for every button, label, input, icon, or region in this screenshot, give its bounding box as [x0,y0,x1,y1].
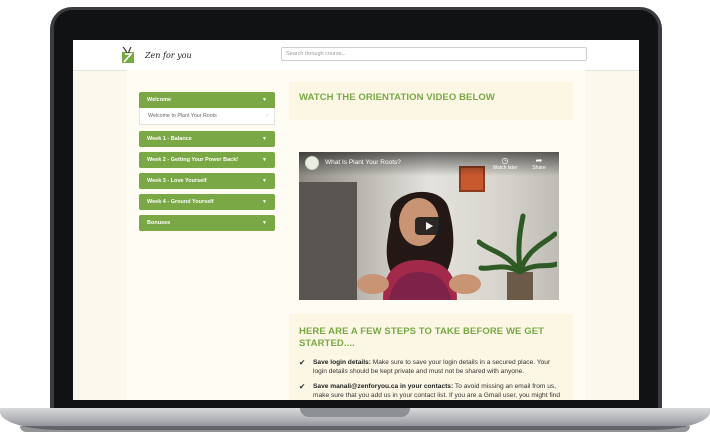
video-plant [477,213,557,300]
module-label: Bonuses [147,220,171,226]
module-welcome[interactable]: Welcome ▼ [139,92,275,108]
caret-down-icon: ▼ [262,157,267,163]
step-title: Save login details: [313,359,371,366]
orientation-video-player[interactable]: What Is Plant Your Roots? ◷ Watch later … [299,152,559,300]
video-heading: WATCH THE ORIENTATION VIDEO BELOW [299,92,495,103]
module-week-1[interactable]: Week 1 - Balance ▼ [139,131,275,147]
watch-later-button[interactable]: ◷ Watch later [491,156,519,171]
site-header: Zen for you [73,40,639,71]
watch-later-label: Watch later [492,165,518,171]
course-content: Welcome ▼ Welcome to Plant Your Roots › … [127,70,585,400]
video-heading-panel: WATCH THE ORIENTATION VIDEO BELOW [289,82,573,120]
module-label: Week 1 - Balance [147,136,192,142]
caret-down-icon: ▼ [262,97,267,103]
chevron-right-icon: › [266,113,268,119]
channel-avatar[interactable] [305,156,319,170]
video-presenter [357,191,481,300]
module-label: Week 4 - Ground Yourself [147,199,214,205]
laptop-base-shadow [20,426,690,432]
steps-heading: HERE ARE A FEW STEPS TO TAKE BEFORE WE G… [299,326,545,349]
checkmark-icon: ✔ [299,381,306,391]
caret-down-icon: ▼ [262,136,267,142]
lesson-welcome-to-plant-your-roots[interactable]: Welcome to Plant Your Roots › [139,108,275,125]
steps-panel: HERE ARE A FEW STEPS TO TAKE BEFORE WE G… [289,314,573,400]
module-week-2[interactable]: Week 2 - Getting Your Power Back! ▼ [139,152,275,168]
checkmark-icon: ✔ [299,358,306,367]
module-label: Week 3 - Love Yourself [147,178,207,184]
module-label: Welcome [147,97,172,103]
brand-name: Zen for you [145,50,192,60]
caret-down-icon: ▼ [262,178,267,184]
laptop-screen: Zen for you Welcome ▼ Welcome to Plant Y… [73,40,639,400]
video-title[interactable]: What Is Plant Your Roots? [325,159,401,166]
lesson-main: WATCH THE ORIENTATION VIDEO BELOW [289,82,573,120]
step-item: ✔ Save login details: Make sure to save … [299,358,563,377]
video-shelf [299,182,357,300]
course-search-input[interactable] [281,47,587,61]
module-bonuses[interactable]: Bonuses ▼ [139,215,275,231]
module-week-3[interactable]: Week 3 - Love Yourself ▼ [139,173,275,189]
lesson-label: Welcome to Plant Your Roots [148,113,217,119]
share-label: Share [532,165,546,171]
share-button[interactable]: ➦ Share [525,156,553,171]
steps-list: ✔ Save login details: Make sure to save … [299,358,563,400]
step-title: Save manali@zenforyou.ca in your contact… [313,382,454,390]
module-week-4[interactable]: Week 4 - Ground Yourself ▼ [139,194,275,210]
brand-logo[interactable]: Zen for you [121,46,192,64]
caret-down-icon: ▼ [262,220,267,226]
zen-logo-icon [121,46,139,64]
module-label: Week 2 - Getting Your Power Back! [147,157,239,163]
caret-down-icon: ▼ [262,199,267,205]
step-item: ✔ Save manali@zenforyou.ca in your conta… [299,382,563,400]
play-button[interactable] [415,217,443,235]
laptop-hinge-notch [300,408,410,417]
clock-icon: ◷ [501,156,509,165]
course-sidebar: Welcome ▼ Welcome to Plant Your Roots › … [139,92,275,236]
share-icon: ➦ [535,156,543,165]
